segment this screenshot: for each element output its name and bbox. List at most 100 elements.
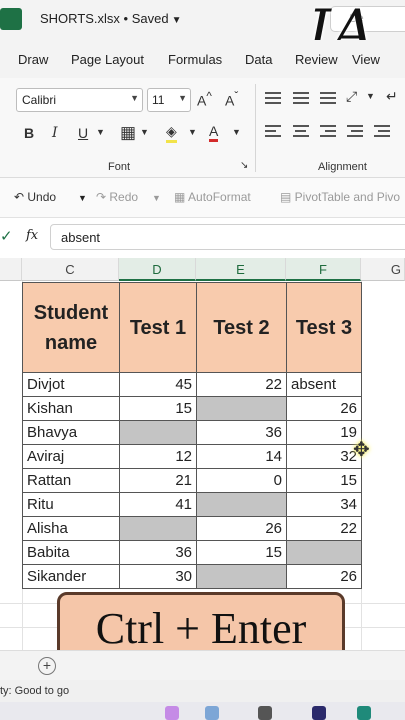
app-icon[interactable] [258,706,272,720]
bold-icon[interactable]: B [24,125,34,141]
excel-app-icon[interactable] [0,8,22,30]
cell-test-3[interactable]: 34 [286,492,362,517]
undo-icon: ↶ [14,190,28,204]
cell-test-3[interactable]: 32 [286,444,362,469]
orientation-icon[interactable]: ⤢ [346,88,357,105]
app-icon[interactable] [205,706,219,720]
cell-test-2[interactable]: 36 [196,420,287,445]
cell-test-2[interactable]: 15 [196,540,287,565]
cell-test-3[interactable]: 15 [286,468,362,493]
italic-icon[interactable]: I [52,125,58,141]
accessibility-status[interactable]: ty: Good to go [0,685,69,697]
function-icon[interactable]: fx [26,228,38,243]
cell-test-2[interactable]: 22 [196,372,287,397]
tab-data[interactable]: Data [245,52,272,67]
column-header-d[interactable]: D [119,258,196,281]
autoformat-button[interactable]: ▦ AutoFormat [174,190,251,204]
redo-label: Redo [109,190,139,204]
chevron-down-icon[interactable]: ▼ [232,127,241,137]
tab-review[interactable]: Review [295,52,338,67]
cell-name[interactable]: Bhavya [22,420,120,445]
window-title[interactable]: SHORTS.xlsx • Saved ▼ [40,11,181,26]
sparkle-icon[interactable] [165,706,179,720]
header-test-1[interactable]: Test 1 [119,282,197,373]
header-test-2[interactable]: Test 2 [196,282,287,373]
font-name-select[interactable]: Calibri ▼ [16,88,143,112]
column-header-g[interactable]: G [361,258,405,281]
cell-test-2-blank[interactable] [196,492,287,517]
header-test-3[interactable]: Test 3 [286,282,362,373]
column-header-f[interactable]: F [286,258,361,281]
cell-test-2-blank[interactable] [196,564,287,589]
cell-name[interactable]: Aviraj [22,444,120,469]
cell-test-1[interactable]: 21 [119,468,197,493]
cell-test-2-blank[interactable] [196,396,287,421]
cell-test-1[interactable]: 45 [119,372,197,397]
fill-color-icon[interactable]: ◈ [166,123,177,143]
table-row: Ritu 41 34 [22,492,362,517]
cell-name[interactable]: Ritu [22,492,120,517]
cell-test-3[interactable]: 19 [286,420,362,445]
cell-test-1[interactable]: 41 [119,492,197,517]
add-sheet-icon[interactable]: + [38,657,56,675]
app-icon[interactable] [357,706,371,720]
cell-test-3[interactable]: 22 [286,516,362,541]
wrap-text-icon[interactable]: ↵ [386,88,398,105]
alignment-group-label: Alignment [318,161,367,173]
chevron-down-icon[interactable]: ▼ [152,193,161,203]
cell-test-3[interactable]: 26 [286,396,362,421]
cell-name[interactable]: Kishan [22,396,120,421]
chevron-down-icon[interactable]: ▼ [78,193,87,203]
cell-test-2[interactable]: 26 [196,516,287,541]
cell-test-1[interactable]: 36 [119,540,197,565]
table-row: Divjot 45 22 absent [22,372,362,397]
font-size-value: 11 [152,93,165,107]
font-color-icon[interactable]: A [209,123,219,142]
column-header-e[interactable]: E [196,258,286,281]
cell-name[interactable]: Divjot [22,372,120,397]
pivot-table-button[interactable]: ▤ PivotTable and Pivo [280,190,400,204]
cell-name[interactable]: Sikander [22,564,120,589]
cell-test-1[interactable]: 30 [119,564,197,589]
cell-test-1[interactable]: 12 [119,444,197,469]
cell-test-2[interactable]: 14 [196,444,287,469]
underline-icon[interactable]: U [78,125,88,141]
cell-name[interactable]: Rattan [22,468,120,493]
redo-button[interactable]: ↷ Redo [96,190,138,204]
cell-test-2[interactable]: 0 [196,468,287,493]
font-size-select[interactable]: 11 ▼ [147,88,191,112]
chevron-down-icon[interactable]: ▼ [96,127,105,137]
increase-font-size-icon[interactable]: A^ [197,90,212,109]
ribbon-separator [255,84,256,172]
chevron-down-icon[interactable]: ▼ [188,127,197,137]
cell-name[interactable]: Babita [22,540,120,565]
redo-icon: ↷ [96,190,110,204]
font-dialog-launcher-icon[interactable]: ↘ [240,160,248,171]
chevron-down-icon[interactable]: ▼ [140,127,149,137]
header-student-name[interactable]: Student name [22,282,120,373]
tab-page-layout[interactable]: Page Layout [71,52,144,67]
corner-header[interactable] [0,258,22,281]
font-group-label: Font [108,161,131,173]
cell-test-1-blank[interactable] [119,420,197,445]
cell-test-1[interactable]: 15 [119,396,197,421]
taskbar [0,702,405,720]
undo-button[interactable]: ↶ Undo [14,190,56,204]
app-icon[interactable] [312,706,326,720]
table-header-row: Student name Test 1 Test 2 Test 3 [22,282,362,373]
borders-icon[interactable]: ▦ [120,123,136,143]
column-header-c[interactable]: C [22,258,119,281]
cell-test-3[interactable]: 26 [286,564,362,589]
cell-test-1-blank[interactable] [119,516,197,541]
formula-input[interactable]: absent [50,224,405,250]
cell-name[interactable]: Alisha [22,516,120,541]
cell-test-3-blank[interactable] [286,540,362,565]
student-table: Student name Test 1 Test 2 Test 3 Divjot… [22,282,362,589]
tab-draw[interactable]: Draw [18,52,48,67]
tab-formulas[interactable]: Formulas [168,52,222,67]
cell-test-3[interactable]: absent [286,372,362,397]
chevron-down-icon[interactable]: ▼ [366,91,375,101]
decrease-font-size-icon[interactable]: Aˇ [225,90,238,109]
check-icon[interactable]: ✓ [0,227,13,245]
tab-view[interactable]: View [352,52,380,67]
